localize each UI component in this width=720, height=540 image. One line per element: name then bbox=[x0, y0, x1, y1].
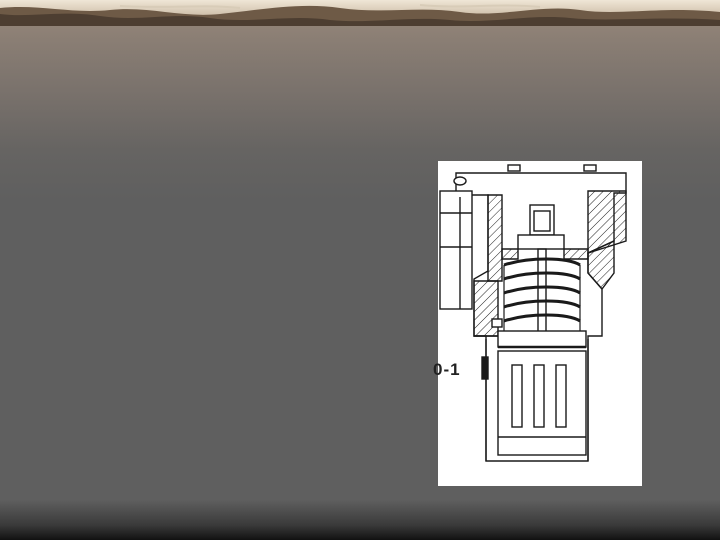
figure-panel bbox=[438, 161, 642, 486]
valve-cross-section-drawing bbox=[439, 164, 627, 462]
landscape-banner-image bbox=[0, 0, 720, 26]
figure-label: 0-1 bbox=[433, 360, 461, 379]
